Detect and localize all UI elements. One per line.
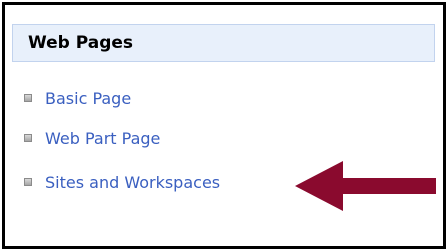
section-title: Web Pages (28, 33, 134, 53)
square-bullet-icon (24, 94, 32, 102)
basic-page-link[interactable]: Basic Page (45, 89, 131, 108)
link-item-sites-and-workspaces[interactable]: Sites and Workspaces (24, 170, 220, 194)
arrow-left-icon (295, 161, 436, 211)
square-bullet-icon (24, 178, 32, 186)
link-item-basic-page[interactable]: Basic Page (24, 86, 131, 110)
sites-and-workspaces-link[interactable]: Sites and Workspaces (45, 173, 220, 192)
arrow-shape (295, 161, 436, 211)
section-header: Web Pages (12, 24, 435, 62)
square-bullet-icon (24, 134, 32, 142)
link-item-web-part-page[interactable]: Web Part Page (24, 126, 160, 150)
web-part-page-link[interactable]: Web Part Page (45, 129, 160, 148)
